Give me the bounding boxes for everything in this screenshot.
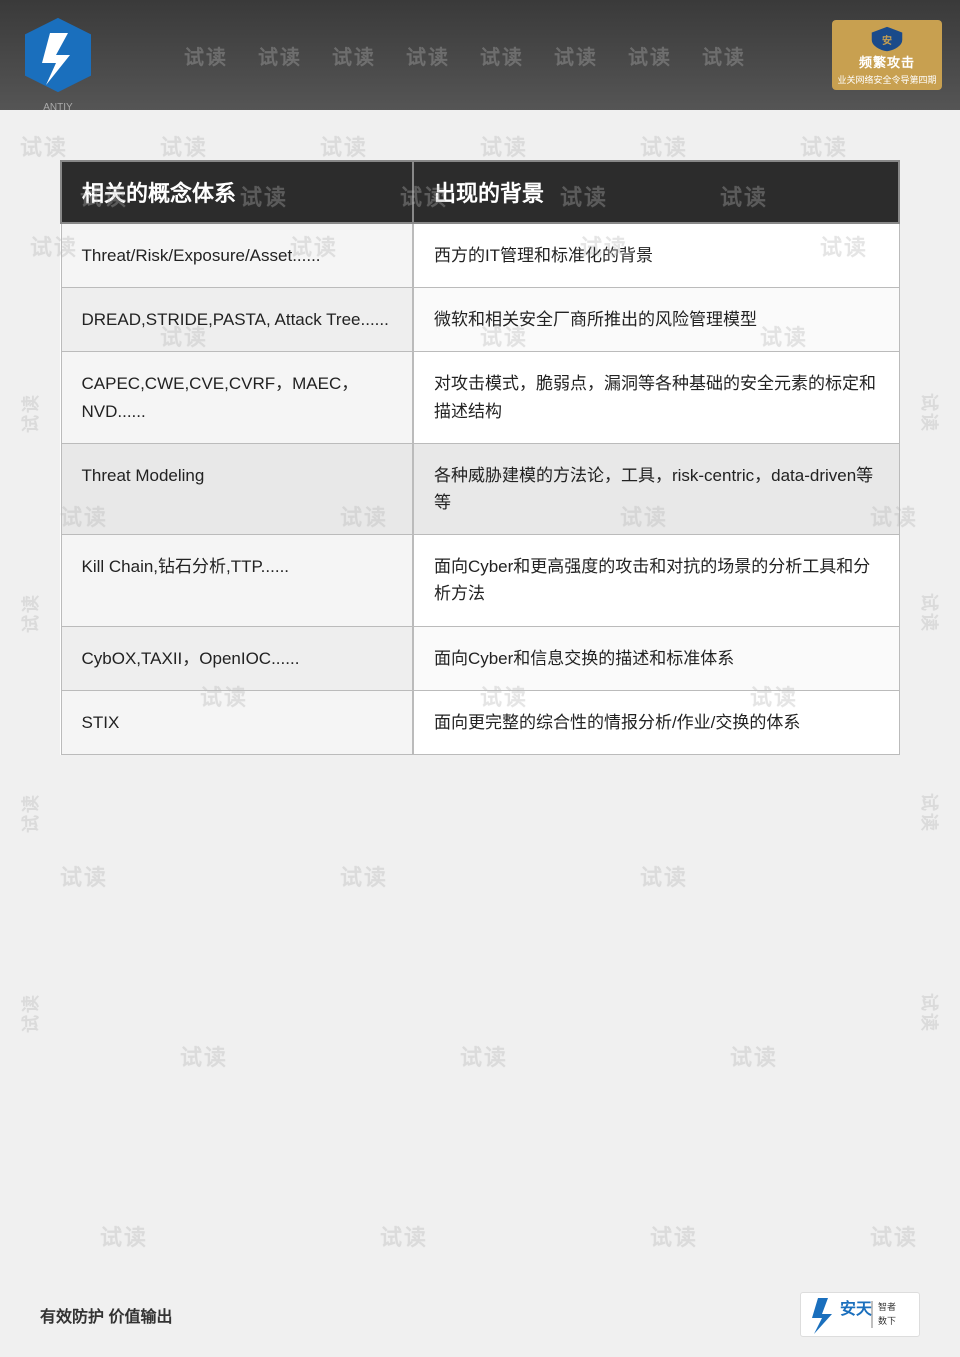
col-left-header: 相关的概念体系 [61, 161, 413, 223]
footer-logo-image: 安天 智者 数下 [800, 1292, 920, 1337]
watermark-side-8: 试读 [917, 993, 943, 1033]
table-row: CybOX,TAXII，OpenIOC......面向Cyber和信息交换的描述… [61, 626, 899, 690]
table-row: STIX面向更完整的综合性的情报分析/作业/交换的体系 [61, 690, 899, 754]
cell-left-0: Threat/Risk/Exposure/Asset...... [61, 223, 413, 288]
watermark-t12: 试读 [340, 860, 388, 892]
table-header-row: 相关的概念体系 出现的背景 [61, 161, 899, 223]
watermark-side-4: 试读 [17, 993, 43, 1033]
cell-left-5: CybOX,TAXII，OpenIOC...... [61, 626, 413, 690]
main-content: 相关的概念体系 出现的背景 Threat/Risk/Exposure/Asset… [0, 110, 960, 785]
header-watermarks: 试读 试读 试读 试读 试读 试读 试读 试读 [98, 41, 832, 70]
footer: 有效防护 价值输出 安天 智者 数下 [0, 1292, 960, 1337]
cell-right-0: 西方的IT管理和标准化的背景 [413, 223, 899, 288]
cell-left-2: CAPEC,CWE,CVE,CVRF，MAEC，NVD...... [61, 352, 413, 443]
hw1: 试读 [184, 41, 228, 70]
col-right-header: 出现的背景 [413, 161, 899, 223]
svg-text:数下: 数下 [878, 1315, 896, 1326]
cell-right-3: 各种威胁建模的方法论，工具，risk-centric，data-driven等等 [413, 443, 899, 534]
brand-top-text: 频繁攻击 [859, 52, 915, 71]
watermark-t17: 试读 [100, 1220, 148, 1252]
watermark-t11: 试读 [60, 860, 108, 892]
watermark-t15: 试读 [460, 1040, 508, 1072]
table-row: Threat Modeling各种威胁建模的方法论，工具，risk-centri… [61, 443, 899, 534]
svg-text:安: 安 [882, 34, 892, 47]
cell-right-6: 面向更完整的综合性的情报分析/作业/交换的体系 [413, 690, 899, 754]
hw6: 试读 [554, 41, 598, 70]
footer-slogan: 有效防护 价值输出 [40, 1303, 172, 1327]
cell-right-1: 微软和相关安全厂商所推出的风险管理模型 [413, 288, 899, 352]
watermark-side-3: 试读 [17, 793, 43, 833]
table-row: Threat/Risk/Exposure/Asset......西方的IT管理和… [61, 223, 899, 288]
cell-left-1: DREAD,STRIDE,PASTA, Attack Tree...... [61, 288, 413, 352]
footer-logo-svg: 安天 智者 数下 [810, 1296, 910, 1334]
cell-left-3: Threat Modeling [61, 443, 413, 534]
watermark-t18: 试读 [380, 1220, 428, 1252]
watermark-t19: 试读 [650, 1220, 698, 1252]
table-row: Kill Chain,钻石分析,TTP......面向Cyber和更高强度的攻击… [61, 535, 899, 626]
concept-table: 相关的概念体系 出现的背景 Threat/Risk/Exposure/Asset… [60, 160, 900, 755]
cell-left-4: Kill Chain,钻石分析,TTP...... [61, 535, 413, 626]
table-row: DREAD,STRIDE,PASTA, Attack Tree......微软和… [61, 288, 899, 352]
hw2: 试读 [258, 41, 302, 70]
brand-logo-box: 安 频繁攻击 业关网络安全令导第四期 [832, 20, 942, 90]
svg-text:安天: 安天 [840, 1299, 873, 1318]
cell-left-6: STIX [61, 690, 413, 754]
cell-right-5: 面向Cyber和信息交换的描述和标准体系 [413, 626, 899, 690]
cell-right-2: 对攻击模式，脆弱点，漏洞等各种基础的安全元素的标定和描述结构 [413, 352, 899, 443]
watermark-t20: 试读 [870, 1220, 918, 1252]
hw7: 试读 [628, 41, 672, 70]
brand-bottom-text: 业关网络安全令导第四期 [837, 73, 936, 86]
header-brand: 安 频繁攻击 业关网络安全令导第四期 [832, 20, 942, 90]
antiy-logo: ANTIY [18, 15, 98, 95]
footer-logo: 安天 智者 数下 [800, 1292, 920, 1337]
svg-text:智者: 智者 [878, 1301, 896, 1312]
logo-svg [18, 15, 98, 95]
hw8: 试读 [702, 41, 746, 70]
brand-icon-svg: 安 [869, 24, 905, 52]
watermark-t14: 试读 [180, 1040, 228, 1072]
watermark-t16: 试读 [730, 1040, 778, 1072]
table-row: CAPEC,CWE,CVE,CVRF，MAEC，NVD......对攻击模式，脆… [61, 352, 899, 443]
cell-right-4: 面向Cyber和更高强度的攻击和对抗的场景的分析工具和分析方法 [413, 535, 899, 626]
watermark-t13: 试读 [640, 860, 688, 892]
hw5: 试读 [480, 41, 524, 70]
watermark-side-7: 试读 [917, 793, 943, 833]
hw4: 试读 [406, 41, 450, 70]
logo-label: ANTIY [18, 102, 98, 113]
hw3: 试读 [332, 41, 376, 70]
header: ANTIY 试读 试读 试读 试读 试读 试读 试读 试读 安 频繁攻击 业关网… [0, 0, 960, 110]
